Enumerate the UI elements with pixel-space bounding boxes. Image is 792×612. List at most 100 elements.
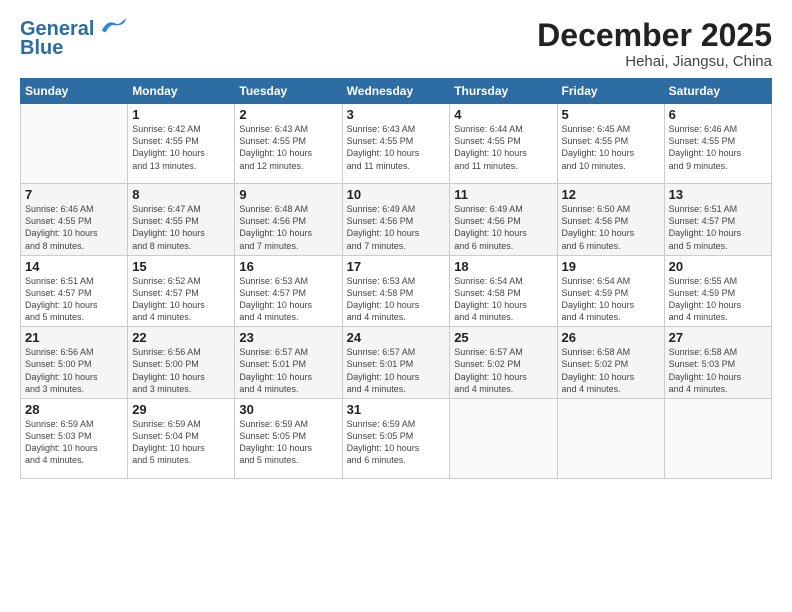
day-info: Sunrise: 6:43 AM Sunset: 4:55 PM Dayligh… bbox=[347, 123, 446, 172]
day-info: Sunrise: 6:59 AM Sunset: 5:04 PM Dayligh… bbox=[132, 418, 230, 467]
col-tuesday: Tuesday bbox=[235, 79, 342, 104]
calendar-cell-w5-d2: 29Sunrise: 6:59 AM Sunset: 5:04 PM Dayli… bbox=[128, 398, 235, 478]
day-number: 24 bbox=[347, 330, 446, 345]
calendar-cell-w4-d1: 21Sunrise: 6:56 AM Sunset: 5:00 PM Dayli… bbox=[21, 327, 128, 399]
calendar-cell-w2-d1: 7Sunrise: 6:46 AM Sunset: 4:55 PM Daylig… bbox=[21, 184, 128, 256]
month-title: December 2025 bbox=[537, 18, 772, 53]
col-sunday: Sunday bbox=[21, 79, 128, 104]
calendar-cell-w3-d2: 15Sunrise: 6:52 AM Sunset: 4:57 PM Dayli… bbox=[128, 255, 235, 327]
col-wednesday: Wednesday bbox=[342, 79, 450, 104]
calendar-week-2: 7Sunrise: 6:46 AM Sunset: 4:55 PM Daylig… bbox=[21, 184, 772, 256]
day-number: 3 bbox=[347, 107, 446, 122]
day-info: Sunrise: 6:59 AM Sunset: 5:05 PM Dayligh… bbox=[239, 418, 337, 467]
day-info: Sunrise: 6:49 AM Sunset: 4:56 PM Dayligh… bbox=[347, 203, 446, 252]
day-info: Sunrise: 6:51 AM Sunset: 4:57 PM Dayligh… bbox=[25, 275, 123, 324]
day-number: 18 bbox=[454, 259, 552, 274]
calendar-cell-w4-d4: 24Sunrise: 6:57 AM Sunset: 5:01 PM Dayli… bbox=[342, 327, 450, 399]
day-info: Sunrise: 6:53 AM Sunset: 4:58 PM Dayligh… bbox=[347, 275, 446, 324]
day-info: Sunrise: 6:45 AM Sunset: 4:55 PM Dayligh… bbox=[562, 123, 660, 172]
calendar-cell-w1-d5: 4Sunrise: 6:44 AM Sunset: 4:55 PM Daylig… bbox=[450, 104, 557, 184]
day-info: Sunrise: 6:54 AM Sunset: 4:58 PM Dayligh… bbox=[454, 275, 552, 324]
day-number: 22 bbox=[132, 330, 230, 345]
calendar-week-1: 1Sunrise: 6:42 AM Sunset: 4:55 PM Daylig… bbox=[21, 104, 772, 184]
calendar-cell-w5-d3: 30Sunrise: 6:59 AM Sunset: 5:05 PM Dayli… bbox=[235, 398, 342, 478]
calendar-table: Sunday Monday Tuesday Wednesday Thursday… bbox=[20, 78, 772, 479]
calendar-cell-w5-d5 bbox=[450, 398, 557, 478]
day-info: Sunrise: 6:55 AM Sunset: 4:59 PM Dayligh… bbox=[669, 275, 767, 324]
day-number: 5 bbox=[562, 107, 660, 122]
calendar-cell-w1-d2: 1Sunrise: 6:42 AM Sunset: 4:55 PM Daylig… bbox=[128, 104, 235, 184]
day-info: Sunrise: 6:47 AM Sunset: 4:55 PM Dayligh… bbox=[132, 203, 230, 252]
calendar-cell-w3-d1: 14Sunrise: 6:51 AM Sunset: 4:57 PM Dayli… bbox=[21, 255, 128, 327]
day-info: Sunrise: 6:57 AM Sunset: 5:01 PM Dayligh… bbox=[239, 346, 337, 395]
day-number: 23 bbox=[239, 330, 337, 345]
day-info: Sunrise: 6:42 AM Sunset: 4:55 PM Dayligh… bbox=[132, 123, 230, 172]
day-number: 29 bbox=[132, 402, 230, 417]
location: Hehai, Jiangsu, China bbox=[537, 53, 772, 70]
day-number: 27 bbox=[669, 330, 767, 345]
logo-bird-icon bbox=[100, 17, 128, 35]
day-number: 12 bbox=[562, 187, 660, 202]
day-info: Sunrise: 6:48 AM Sunset: 4:56 PM Dayligh… bbox=[239, 203, 337, 252]
day-info: Sunrise: 6:43 AM Sunset: 4:55 PM Dayligh… bbox=[239, 123, 337, 172]
day-info: Sunrise: 6:58 AM Sunset: 5:03 PM Dayligh… bbox=[669, 346, 767, 395]
calendar-cell-w3-d7: 20Sunrise: 6:55 AM Sunset: 4:59 PM Dayli… bbox=[664, 255, 771, 327]
calendar-cell-w5-d7 bbox=[664, 398, 771, 478]
col-monday: Monday bbox=[128, 79, 235, 104]
logo-blue: Blue bbox=[20, 37, 63, 60]
day-info: Sunrise: 6:59 AM Sunset: 5:05 PM Dayligh… bbox=[347, 418, 446, 467]
calendar-cell-w1-d6: 5Sunrise: 6:45 AM Sunset: 4:55 PM Daylig… bbox=[557, 104, 664, 184]
day-number: 11 bbox=[454, 187, 552, 202]
day-number: 28 bbox=[25, 402, 123, 417]
calendar-week-5: 28Sunrise: 6:59 AM Sunset: 5:03 PM Dayli… bbox=[21, 398, 772, 478]
day-number: 7 bbox=[25, 187, 123, 202]
day-info: Sunrise: 6:50 AM Sunset: 4:56 PM Dayligh… bbox=[562, 203, 660, 252]
calendar-cell-w2-d7: 13Sunrise: 6:51 AM Sunset: 4:57 PM Dayli… bbox=[664, 184, 771, 256]
day-info: Sunrise: 6:59 AM Sunset: 5:03 PM Dayligh… bbox=[25, 418, 123, 467]
calendar-cell-w4-d2: 22Sunrise: 6:56 AM Sunset: 5:00 PM Dayli… bbox=[128, 327, 235, 399]
calendar-cell-w2-d6: 12Sunrise: 6:50 AM Sunset: 4:56 PM Dayli… bbox=[557, 184, 664, 256]
col-thursday: Thursday bbox=[450, 79, 557, 104]
day-number: 15 bbox=[132, 259, 230, 274]
calendar-cell-w5-d4: 31Sunrise: 6:59 AM Sunset: 5:05 PM Dayli… bbox=[342, 398, 450, 478]
day-number: 8 bbox=[132, 187, 230, 202]
day-info: Sunrise: 6:52 AM Sunset: 4:57 PM Dayligh… bbox=[132, 275, 230, 324]
calendar-cell-w1-d4: 3Sunrise: 6:43 AM Sunset: 4:55 PM Daylig… bbox=[342, 104, 450, 184]
day-info: Sunrise: 6:46 AM Sunset: 4:55 PM Dayligh… bbox=[25, 203, 123, 252]
calendar-cell-w3-d3: 16Sunrise: 6:53 AM Sunset: 4:57 PM Dayli… bbox=[235, 255, 342, 327]
day-info: Sunrise: 6:54 AM Sunset: 4:59 PM Dayligh… bbox=[562, 275, 660, 324]
calendar-cell-w2-d5: 11Sunrise: 6:49 AM Sunset: 4:56 PM Dayli… bbox=[450, 184, 557, 256]
page: General Blue December 2025 Hehai, Jiangs… bbox=[0, 0, 792, 612]
day-info: Sunrise: 6:49 AM Sunset: 4:56 PM Dayligh… bbox=[454, 203, 552, 252]
day-number: 1 bbox=[132, 107, 230, 122]
day-number: 9 bbox=[239, 187, 337, 202]
day-info: Sunrise: 6:51 AM Sunset: 4:57 PM Dayligh… bbox=[669, 203, 767, 252]
day-number: 6 bbox=[669, 107, 767, 122]
day-number: 17 bbox=[347, 259, 446, 274]
calendar-week-3: 14Sunrise: 6:51 AM Sunset: 4:57 PM Dayli… bbox=[21, 255, 772, 327]
day-info: Sunrise: 6:57 AM Sunset: 5:01 PM Dayligh… bbox=[347, 346, 446, 395]
calendar-cell-w1-d7: 6Sunrise: 6:46 AM Sunset: 4:55 PM Daylig… bbox=[664, 104, 771, 184]
day-info: Sunrise: 6:44 AM Sunset: 4:55 PM Dayligh… bbox=[454, 123, 552, 172]
col-saturday: Saturday bbox=[664, 79, 771, 104]
day-info: Sunrise: 6:58 AM Sunset: 5:02 PM Dayligh… bbox=[562, 346, 660, 395]
calendar-cell-w5-d6 bbox=[557, 398, 664, 478]
day-number: 16 bbox=[239, 259, 337, 274]
day-info: Sunrise: 6:46 AM Sunset: 4:55 PM Dayligh… bbox=[669, 123, 767, 172]
day-number: 21 bbox=[25, 330, 123, 345]
col-friday: Friday bbox=[557, 79, 664, 104]
day-info: Sunrise: 6:56 AM Sunset: 5:00 PM Dayligh… bbox=[132, 346, 230, 395]
calendar-cell-w2-d2: 8Sunrise: 6:47 AM Sunset: 4:55 PM Daylig… bbox=[128, 184, 235, 256]
day-number: 30 bbox=[239, 402, 337, 417]
calendar-cell-w4-d7: 27Sunrise: 6:58 AM Sunset: 5:03 PM Dayli… bbox=[664, 327, 771, 399]
calendar-cell-w4-d5: 25Sunrise: 6:57 AM Sunset: 5:02 PM Dayli… bbox=[450, 327, 557, 399]
day-number: 4 bbox=[454, 107, 552, 122]
day-number: 31 bbox=[347, 402, 446, 417]
calendar-cell-w1-d3: 2Sunrise: 6:43 AM Sunset: 4:55 PM Daylig… bbox=[235, 104, 342, 184]
day-number: 14 bbox=[25, 259, 123, 274]
header: General Blue December 2025 Hehai, Jiangs… bbox=[20, 18, 772, 70]
calendar-cell-w4-d6: 26Sunrise: 6:58 AM Sunset: 5:02 PM Dayli… bbox=[557, 327, 664, 399]
calendar-cell-w1-d1 bbox=[21, 104, 128, 184]
calendar-cell-w2-d4: 10Sunrise: 6:49 AM Sunset: 4:56 PM Dayli… bbox=[342, 184, 450, 256]
day-info: Sunrise: 6:53 AM Sunset: 4:57 PM Dayligh… bbox=[239, 275, 337, 324]
